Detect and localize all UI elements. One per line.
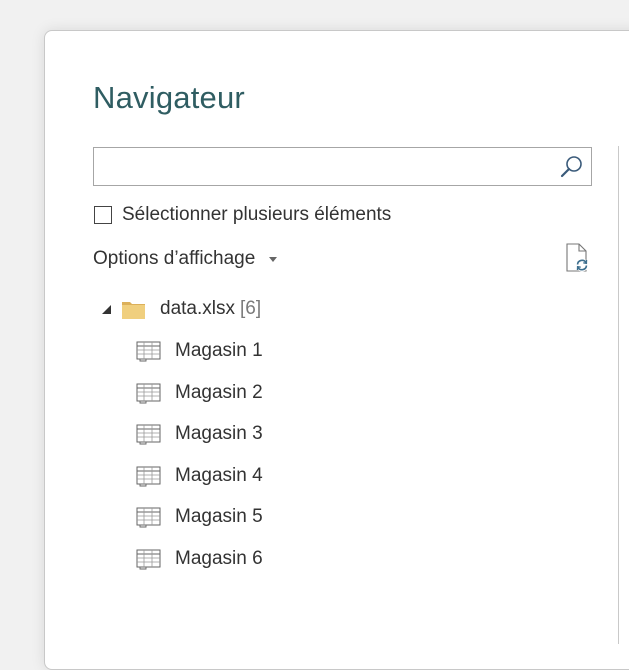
tree-item-label: Magasin 2 — [175, 382, 263, 403]
tree-item-magasin-1[interactable]: Magasin 1 — [136, 336, 263, 366]
multi-select-checkbox[interactable] — [94, 206, 112, 224]
multi-select-label: Sélectionner plusieurs éléments — [122, 204, 392, 225]
display-options-dropdown[interactable]: Options d’affichage — [93, 246, 278, 272]
tree-item-label: Magasin 5 — [175, 506, 263, 527]
tree-item-label: Magasin 1 — [175, 340, 263, 361]
tree-item-magasin-6[interactable]: Magasin 6 — [136, 544, 263, 574]
search-input[interactable] — [94, 148, 554, 185]
dialog-title: Navigateur — [93, 80, 245, 115]
search-field[interactable] — [93, 147, 592, 186]
navigator-dialog — [44, 30, 629, 670]
folder-icon — [122, 302, 145, 319]
tree-root-count: [6] — [239, 298, 262, 319]
expand-collapse-icon[interactable] — [100, 302, 114, 316]
table-icon — [136, 341, 161, 361]
tree-item-magasin-2[interactable]: Magasin 2 — [136, 378, 263, 408]
refresh-icon[interactable] — [565, 243, 591, 273]
table-icon — [136, 549, 161, 569]
tree-item-label: Magasin 6 — [175, 548, 263, 569]
pane-splitter[interactable] — [618, 146, 619, 644]
chevron-down-icon — [269, 257, 278, 262]
table-icon — [136, 424, 161, 444]
table-icon — [136, 507, 161, 527]
table-icon — [136, 466, 161, 486]
search-icon[interactable] — [559, 154, 585, 180]
tree-item-magasin-5[interactable]: Magasin 5 — [136, 502, 263, 532]
tree-item-label: Magasin 3 — [175, 423, 263, 444]
table-icon — [136, 383, 161, 403]
tree-root-label: data.xlsx — [160, 298, 235, 319]
multi-select-option[interactable]: Sélectionner plusieurs éléments — [93, 203, 391, 227]
tree-root-data-xlsx[interactable]: data.xlsx [6] — [100, 295, 261, 323]
display-options-label: Options d’affichage — [93, 248, 256, 269]
tree-item-label: Magasin 4 — [175, 465, 263, 486]
tree-item-magasin-3[interactable]: Magasin 3 — [136, 419, 263, 449]
tree-item-magasin-4[interactable]: Magasin 4 — [136, 461, 263, 491]
